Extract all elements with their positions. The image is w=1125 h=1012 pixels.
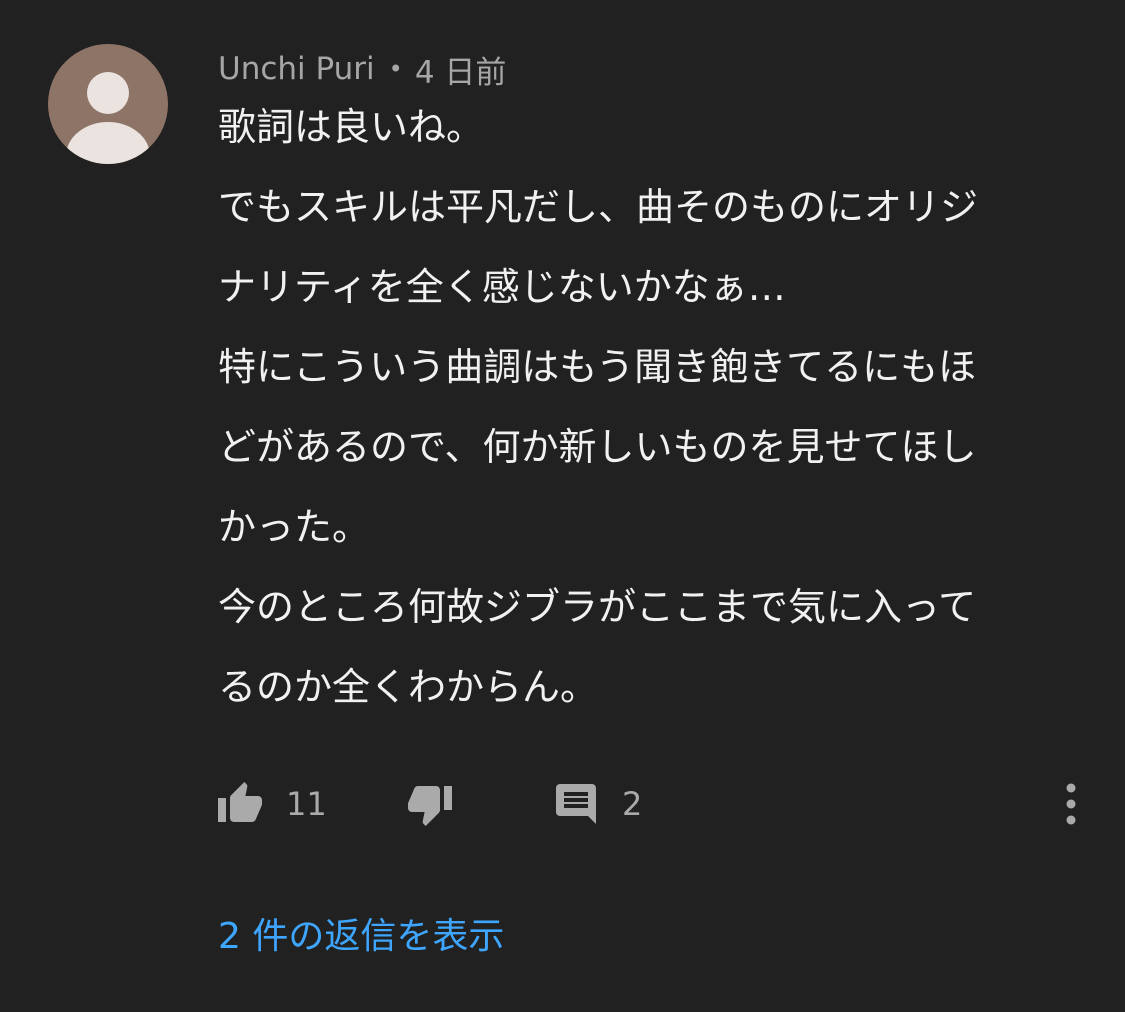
comment-text-line: でもスキルは平凡だし、曲そのものにオリジ bbox=[218, 185, 979, 229]
comment-text-line: 今のところ何故ジブラがここまで気に入って bbox=[218, 585, 977, 629]
comment-text-line: 歌詞は良いね。 bbox=[218, 105, 485, 149]
view-replies-button[interactable]: 2 件の返信を表示 bbox=[218, 905, 504, 961]
like-button[interactable]: 11 bbox=[216, 776, 327, 832]
comment-timestamp[interactable]: 4 日前 bbox=[415, 47, 507, 92]
more-options-button[interactable] bbox=[1056, 776, 1086, 832]
comment-text: 歌詞は良いね。 でもスキルは平凡だし、曲そのものにオリジ ナリティを全く感じない… bbox=[218, 100, 1078, 714]
comment-text-line: ナリティを全く感じないかなぁ… bbox=[218, 265, 786, 309]
thumbs-down-icon bbox=[408, 786, 452, 826]
meta-separator: • bbox=[388, 55, 403, 83]
thumbs-up-icon bbox=[218, 782, 262, 822]
comment-header: Unchi Puri • 4 日前 bbox=[218, 47, 507, 92]
avatar[interactable] bbox=[48, 44, 168, 164]
comment-actions: 11 2 bbox=[216, 776, 1086, 832]
dislike-button[interactable] bbox=[406, 776, 454, 832]
more-vert-icon bbox=[1066, 783, 1076, 825]
like-count: 11 bbox=[286, 785, 327, 823]
reply-button[interactable]: 2 bbox=[552, 776, 642, 832]
default-avatar-icon bbox=[66, 72, 150, 164]
comment-icon bbox=[556, 784, 596, 824]
comment-text-line: るのか全くわからん。 bbox=[218, 665, 599, 709]
comment-text-line: かった。 bbox=[218, 505, 371, 549]
comment-thread: Unchi Puri • 4 日前 歌詞は良いね。 でもスキルは平凡だし、曲その… bbox=[0, 0, 1125, 1012]
comment-text-line: 特にこういう曲調はもう聞き飽きてるにもほ bbox=[218, 345, 977, 389]
comment-text-line: どがあるので、何か新しいものを見せてほし bbox=[218, 425, 977, 469]
reply-count: 2 bbox=[622, 785, 643, 823]
author-name[interactable]: Unchi Puri bbox=[218, 51, 375, 87]
